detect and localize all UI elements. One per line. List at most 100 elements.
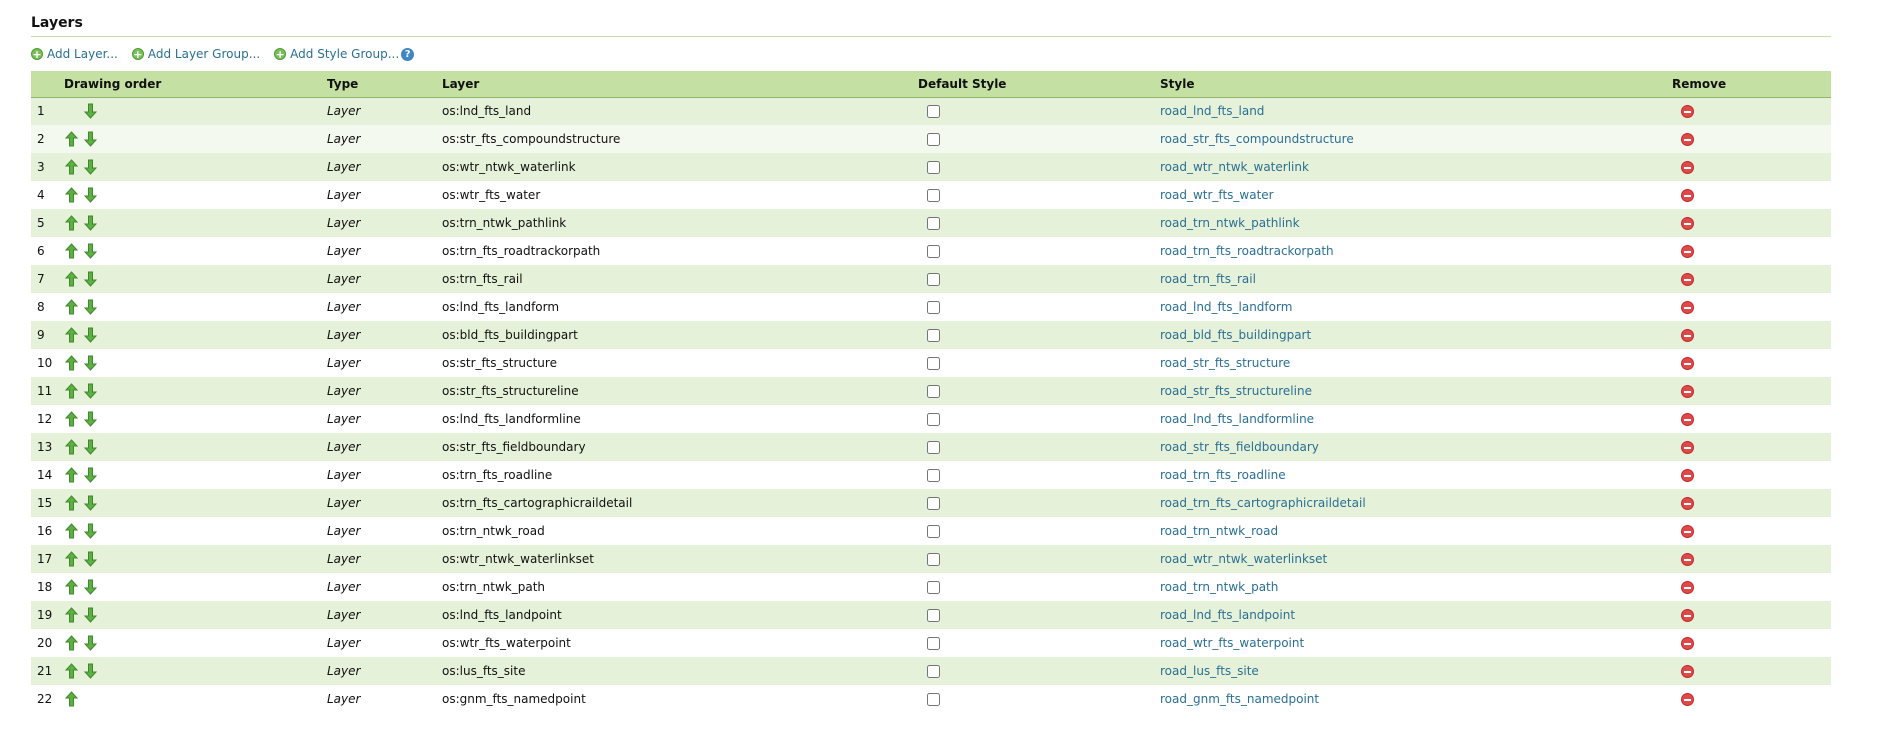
arrow-up-icon[interactable] xyxy=(65,383,78,399)
default-style-checkbox[interactable] xyxy=(927,161,940,174)
style-link[interactable]: road_trn_fts_roadline xyxy=(1160,468,1286,482)
style-link[interactable]: road_wtr_fts_waterpoint xyxy=(1160,636,1304,650)
add-layer-link[interactable]: + Add Layer... xyxy=(31,47,118,61)
remove-circle-icon[interactable] xyxy=(1681,693,1694,706)
style-link[interactable]: road_str_fts_structure xyxy=(1160,356,1290,370)
remove-circle-icon[interactable] xyxy=(1681,273,1694,286)
style-link[interactable]: road_trn_fts_roadtrackorpath xyxy=(1160,244,1334,258)
style-link[interactable]: road_str_fts_structureline xyxy=(1160,384,1312,398)
style-link[interactable]: road_bld_fts_buildingpart xyxy=(1160,328,1311,342)
remove-circle-icon[interactable] xyxy=(1681,525,1694,538)
remove-circle-icon[interactable] xyxy=(1681,133,1694,146)
default-style-checkbox[interactable] xyxy=(927,105,940,119)
arrow-up-icon[interactable] xyxy=(65,551,78,567)
arrow-up-icon[interactable] xyxy=(65,159,78,175)
default-style-checkbox[interactable] xyxy=(927,525,940,538)
arrow-up-icon[interactable] xyxy=(65,663,78,679)
default-style-checkbox[interactable] xyxy=(927,217,940,230)
arrow-down-icon[interactable] xyxy=(84,159,97,175)
remove-circle-icon[interactable] xyxy=(1681,497,1694,510)
arrow-down-icon[interactable] xyxy=(84,411,97,427)
remove-circle-icon[interactable] xyxy=(1681,329,1694,342)
arrow-up-icon[interactable] xyxy=(65,439,78,455)
arrow-down-icon[interactable] xyxy=(84,299,97,315)
help-icon[interactable]: ? xyxy=(401,47,415,61)
default-style-checkbox[interactable] xyxy=(927,301,940,314)
remove-circle-icon[interactable] xyxy=(1681,609,1694,622)
style-link[interactable]: road_wtr_ntwk_waterlinkset xyxy=(1160,552,1327,566)
arrow-down-icon[interactable] xyxy=(84,663,97,679)
default-style-checkbox[interactable] xyxy=(927,329,940,342)
style-link[interactable]: road_trn_ntwk_road xyxy=(1160,524,1278,538)
remove-circle-icon[interactable] xyxy=(1681,385,1694,398)
arrow-up-icon[interactable] xyxy=(65,579,78,595)
add-style-group-link[interactable]: + Add Style Group... ? xyxy=(274,47,415,61)
arrow-down-icon[interactable] xyxy=(84,439,97,455)
arrow-up-icon[interactable] xyxy=(65,187,78,203)
remove-circle-icon[interactable] xyxy=(1681,469,1694,482)
remove-circle-icon[interactable] xyxy=(1681,581,1694,594)
arrow-down-icon[interactable] xyxy=(84,215,97,231)
remove-circle-icon[interactable] xyxy=(1681,553,1694,566)
arrow-up-icon[interactable] xyxy=(65,523,78,539)
arrow-up-icon[interactable] xyxy=(65,215,78,231)
default-style-checkbox[interactable] xyxy=(927,357,940,370)
default-style-checkbox[interactable] xyxy=(927,497,940,510)
default-style-checkbox[interactable] xyxy=(927,609,940,622)
arrow-up-icon[interactable] xyxy=(65,299,78,315)
remove-circle-icon[interactable] xyxy=(1681,441,1694,454)
arrow-down-icon[interactable] xyxy=(84,243,97,259)
default-style-checkbox[interactable] xyxy=(927,637,940,650)
arrow-down-icon[interactable] xyxy=(84,355,97,371)
arrow-down-icon[interactable] xyxy=(84,467,97,483)
remove-circle-icon[interactable] xyxy=(1681,161,1694,174)
style-link[interactable]: road_lnd_fts_landpoint xyxy=(1160,608,1295,622)
remove-circle-icon[interactable] xyxy=(1681,189,1694,202)
arrow-down-icon[interactable] xyxy=(84,635,97,651)
arrow-down-icon[interactable] xyxy=(84,327,97,343)
default-style-checkbox[interactable] xyxy=(927,581,940,594)
arrow-up-icon[interactable] xyxy=(65,131,78,147)
style-link[interactable]: road_str_fts_compoundstructure xyxy=(1160,132,1354,146)
style-link[interactable]: road_trn_fts_rail xyxy=(1160,272,1256,286)
style-link[interactable]: road_lnd_fts_land xyxy=(1160,104,1264,118)
arrow-down-icon[interactable] xyxy=(84,551,97,567)
style-link[interactable]: road_wtr_fts_water xyxy=(1160,188,1274,202)
arrow-down-icon[interactable] xyxy=(84,607,97,623)
arrow-up-icon[interactable] xyxy=(65,355,78,371)
arrow-up-icon[interactable] xyxy=(65,327,78,343)
default-style-checkbox[interactable] xyxy=(927,665,940,678)
default-style-checkbox[interactable] xyxy=(927,693,940,706)
default-style-checkbox[interactable] xyxy=(927,553,940,566)
remove-circle-icon[interactable] xyxy=(1681,665,1694,678)
remove-circle-icon[interactable] xyxy=(1681,245,1694,258)
remove-circle-icon[interactable] xyxy=(1681,357,1694,370)
arrow-up-icon[interactable] xyxy=(65,243,78,259)
style-link[interactable]: road_trn_fts_cartographicraildetail xyxy=(1160,496,1366,510)
arrow-up-icon[interactable] xyxy=(65,411,78,427)
default-style-checkbox[interactable] xyxy=(927,441,940,454)
default-style-checkbox[interactable] xyxy=(927,273,940,286)
arrow-down-icon[interactable] xyxy=(84,103,97,119)
default-style-checkbox[interactable] xyxy=(927,133,940,146)
style-link[interactable]: road_gnm_fts_namedpoint xyxy=(1160,692,1319,706)
arrow-up-icon[interactable] xyxy=(65,467,78,483)
arrow-up-icon[interactable] xyxy=(65,691,78,707)
style-link[interactable]: road_trn_ntwk_path xyxy=(1160,580,1278,594)
style-link[interactable]: road_str_fts_fieldboundary xyxy=(1160,440,1319,454)
remove-circle-icon[interactable] xyxy=(1681,105,1694,119)
remove-circle-icon[interactable] xyxy=(1681,413,1694,426)
default-style-checkbox[interactable] xyxy=(927,469,940,482)
remove-circle-icon[interactable] xyxy=(1681,637,1694,650)
arrow-up-icon[interactable] xyxy=(65,607,78,623)
remove-circle-icon[interactable] xyxy=(1681,301,1694,314)
arrow-down-icon[interactable] xyxy=(84,579,97,595)
remove-circle-icon[interactable] xyxy=(1681,217,1694,230)
arrow-down-icon[interactable] xyxy=(84,187,97,203)
style-link[interactable]: road_lus_fts_site xyxy=(1160,664,1259,678)
arrow-down-icon[interactable] xyxy=(84,131,97,147)
default-style-checkbox[interactable] xyxy=(927,385,940,398)
arrow-down-icon[interactable] xyxy=(84,495,97,511)
arrow-up-icon[interactable] xyxy=(65,495,78,511)
style-link[interactable]: road_trn_ntwk_pathlink xyxy=(1160,216,1300,230)
